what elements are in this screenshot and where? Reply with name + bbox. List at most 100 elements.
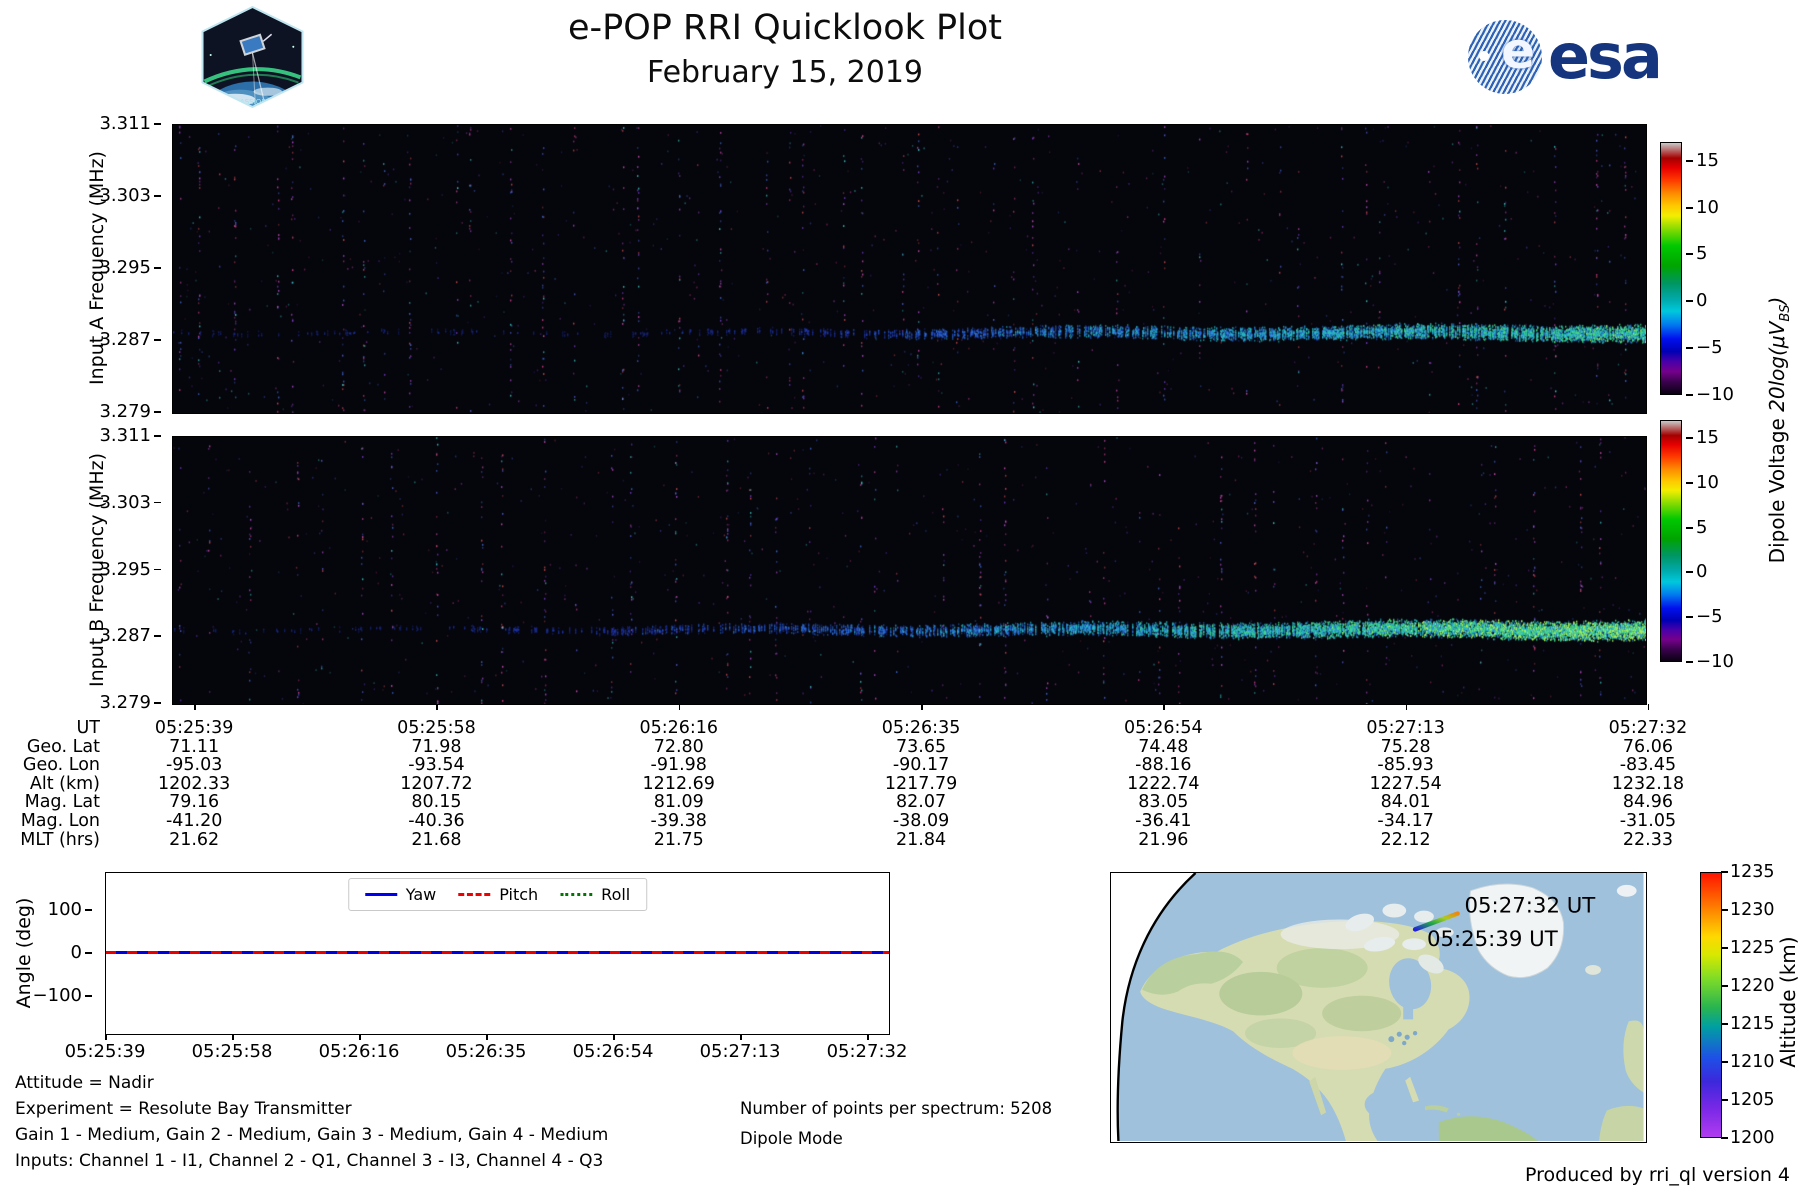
- cell: -83.45: [1527, 756, 1769, 775]
- y-tick-label: 3.295: [63, 259, 163, 277]
- dipole-colorbar-a-ticks: 15 10 5 0 −5 −10: [1684, 142, 1754, 395]
- x-tick-mark: [1527, 704, 1769, 711]
- y-tick-label: 3.287: [63, 331, 163, 349]
- cell: -39.38: [558, 812, 800, 831]
- quicklook-figure: CASSIOPE e-POP RRI Quicklook Plot Februa…: [0, 0, 1800, 1200]
- cell: 72.80: [558, 738, 800, 757]
- y-tick-label: 3.311: [63, 427, 163, 445]
- track-end-time-label: 05:27:32 UT: [1465, 894, 1597, 919]
- colorbar-tick-label: 1200: [1730, 1129, 1790, 1147]
- credit-text: Produced by rri_ql version 4: [1525, 1164, 1790, 1186]
- cell: 05:27:32: [1527, 719, 1769, 738]
- y-tick-label: 3.279: [63, 403, 163, 421]
- track-start-time-label: 05:25:39 UT: [1427, 927, 1559, 952]
- cell: 05:27:13: [1284, 719, 1526, 738]
- colorbar-tick-label: −10: [1696, 386, 1734, 404]
- page-date: February 15, 2019: [0, 55, 1570, 90]
- colorbar-tick-label: 0: [1696, 563, 1707, 581]
- x-tick-label: 05:27:13: [677, 1041, 804, 1062]
- altitude-colorbar-label: Altitude (km): [1776, 936, 1800, 1067]
- table-row: MLT (hrs) 21.62 21.68 21.75 21.84 21.96 …: [0, 831, 1800, 850]
- annotation-line: Attitude = Nadir: [15, 1070, 608, 1096]
- table-row: UT 05:25:39 05:25:58 05:26:16 05:26:35 0…: [0, 719, 1800, 738]
- y-tick-label: 3.311: [63, 115, 163, 133]
- colorbar-tick-label: 10: [1696, 474, 1719, 492]
- colorbar-tick-label: 1205: [1730, 1091, 1790, 1109]
- cell: 05:25:39: [73, 719, 315, 738]
- cell: 21.75: [558, 831, 800, 850]
- row-values: -95.03 -93.54 -91.98 -90.17 -88.16 -85.9…: [73, 756, 1769, 775]
- yaw-line-sample: [365, 893, 397, 896]
- row-values: 71.11 71.98 72.80 73.65 74.48 75.28 76.0…: [73, 738, 1769, 757]
- cell: 1217.79: [800, 775, 1042, 794]
- cell: 1207.72: [315, 775, 557, 794]
- yaw-pitch-roll-zero-line: [106, 951, 889, 954]
- table-row: Alt (km) 1202.33 1207.72 1212.69 1217.79…: [0, 775, 1800, 794]
- colorbar-tick-label: 0: [1696, 292, 1707, 310]
- y-tick-label: −100: [32, 987, 94, 1005]
- cell: 76.06: [1527, 738, 1769, 757]
- colorbar-tick-label: 1230: [1730, 901, 1790, 919]
- x-tick-label: 05:25:58: [169, 1041, 296, 1062]
- cell: 71.98: [315, 738, 557, 757]
- colorbar-tick-label: 5: [1696, 245, 1707, 263]
- cell: -38.09: [800, 812, 1042, 831]
- cell: 82.07: [800, 793, 1042, 812]
- colorbar-tick-label: −10: [1696, 653, 1734, 671]
- colorbar-tick-label: −5: [1696, 339, 1723, 357]
- y-tick-label: 3.287: [63, 627, 163, 645]
- spectrogram-b-xtick-marks: [73, 704, 1769, 711]
- cell: 1212.69: [558, 775, 800, 794]
- x-tick-label: 05:26:16: [296, 1041, 423, 1062]
- cell: 22.33: [1527, 831, 1769, 850]
- x-tick-label: 05:26:54: [550, 1041, 677, 1062]
- colorbar-tick-label: 15: [1696, 152, 1719, 170]
- y-tick-label: 3.303: [63, 494, 163, 512]
- roll-line-sample: [560, 893, 592, 896]
- cell: 84.01: [1284, 793, 1526, 812]
- table-row: Geo. Lat 71.11 71.98 72.80 73.65 74.48 7…: [0, 738, 1800, 757]
- ground-track-map: 05:27:32 UT 05:25:39 UT: [1110, 872, 1647, 1143]
- cell: 1232.18: [1527, 775, 1769, 794]
- esa-globe-icon: [1468, 20, 1542, 94]
- esa-logo: esa: [1468, 20, 1660, 94]
- cell: -88.16: [1042, 756, 1284, 775]
- cell: 73.65: [800, 738, 1042, 757]
- row-values: -41.20 -40.36 -39.38 -38.09 -36.41 -34.1…: [73, 812, 1769, 831]
- cell: 1202.33: [73, 775, 315, 794]
- spectrogram-b-yticks: 3.311 3.303 3.295 3.287 3.279: [63, 427, 163, 712]
- dipole-colorbar-b: [1660, 420, 1682, 662]
- cell: 1227.54: [1284, 775, 1526, 794]
- dipole-colorbar-a: [1660, 142, 1682, 395]
- legend-item-yaw: Yaw: [365, 885, 436, 904]
- mode-annotations: Number of points per spectrum: 5208 Dipol…: [740, 1094, 1052, 1154]
- y-tick-label: 3.295: [63, 561, 163, 579]
- dipole-label-name: Dipole Voltage: [1765, 412, 1789, 563]
- dipole-colorbar-label: Dipole Voltage 20log(μVBS): [1765, 297, 1793, 564]
- row-values: 21.62 21.68 21.75 21.84 21.96 22.12 22.3…: [73, 831, 1769, 850]
- colorbar-tick-label: 15: [1696, 429, 1719, 447]
- row-values: 1202.33 1207.72 1212.69 1217.79 1222.74 …: [73, 775, 1769, 794]
- dipole-label-sub: BS: [1778, 305, 1793, 322]
- annotation-line: Number of points per spectrum: 5208: [740, 1094, 1052, 1124]
- x-tick-label: 05:26:35: [423, 1041, 550, 1062]
- dipole-label-close: ): [1765, 297, 1789, 305]
- legend-item-roll: Roll: [560, 885, 630, 904]
- cell: -85.93: [1284, 756, 1526, 775]
- cell: -93.54: [315, 756, 557, 775]
- cell: 1222.74: [1042, 775, 1284, 794]
- colorbar-tick-label: 1235: [1730, 863, 1790, 881]
- cell: 74.48: [1042, 738, 1284, 757]
- ephemeris-table: UT 05:25:39 05:25:58 05:26:16 05:26:35 0…: [0, 719, 1800, 849]
- angle-plot-legend: Yaw Pitch Roll: [348, 878, 648, 911]
- table-row: Mag. Lat 79.16 80.15 81.09 82.07 83.05 8…: [0, 793, 1800, 812]
- annotation-line: Dipole Mode: [740, 1124, 1052, 1154]
- x-tick-label: 05:25:39: [42, 1041, 169, 1062]
- x-tick-mark: [73, 704, 315, 711]
- dipole-label-formula: 20log(μV: [1765, 322, 1789, 412]
- cell: 05:26:35: [800, 719, 1042, 738]
- x-tick-mark: [315, 704, 557, 711]
- spectrogram-a-yticks: 3.311 3.303 3.295 3.287 3.279: [63, 115, 163, 421]
- settings-annotations: Attitude = Nadir Experiment = Resolute Ba…: [15, 1070, 608, 1174]
- cell: 84.96: [1527, 793, 1769, 812]
